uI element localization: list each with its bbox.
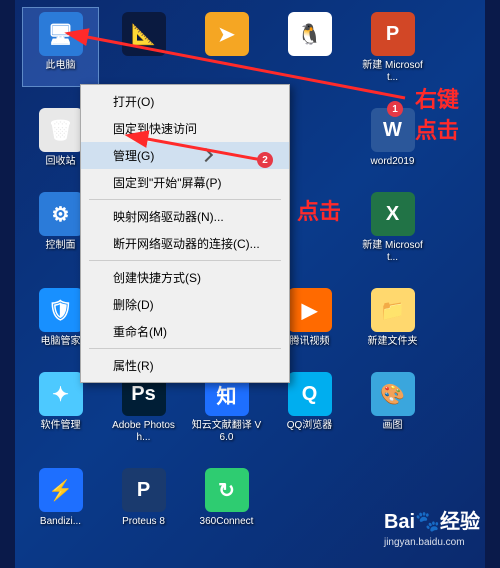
menu-item-shortcut[interactable]: 创建快捷方式(S) [81, 264, 289, 291]
folder-icon: 📁 [371, 288, 415, 332]
menu-separator [89, 199, 281, 200]
icon-label: 新建文件夹 [368, 336, 418, 348]
icon-label: Bandizi... [40, 516, 81, 528]
menu-item-disconnect[interactable]: 断开网络驱动器的连接(C)... [81, 230, 289, 257]
soft-mgr-icon: ✦ [39, 372, 83, 416]
proteus-icon: P [122, 468, 166, 512]
menu-separator [89, 348, 281, 349]
icon-label: 电脑管家 [41, 336, 81, 348]
menu-separator [89, 260, 281, 261]
icon-label: 腾讯视频 [290, 336, 330, 348]
desktop-icon-ppt[interactable]: P 新建 Microsoft... [355, 8, 430, 86]
menu-item-pin-quick[interactable]: 固定到快速访问 [81, 115, 289, 142]
context-menu: 打开(O)固定到快速访问管理(G)固定到"开始"屏幕(P)映射网络驱动器(N).… [80, 84, 290, 383]
guard-icon: 🛡 [39, 288, 83, 332]
annotation-click: 点击 [415, 113, 459, 145]
desktop-icon-blank7[interactable] [272, 464, 347, 530]
menu-item-rename[interactable]: 重命名(M) [81, 318, 289, 345]
desktop-icon-qq[interactable]: 🐧 [272, 8, 347, 86]
badge-2: 2 [257, 152, 273, 168]
icon-label: 此电脑 [46, 60, 76, 72]
desktop-icon-folder[interactable]: 📁 新建文件夹 [355, 284, 430, 350]
recycle-icon: 🗑 [39, 108, 83, 152]
icon-label: 回收站 [46, 156, 76, 168]
tencent-video-icon: ▶ [288, 288, 332, 332]
annotation-click-2: 点击 [297, 194, 341, 226]
icon-label: 控制面 [46, 240, 76, 252]
icon-label: 知云文献翻译 V6.0 [191, 420, 262, 444]
icon-label: 画图 [383, 420, 403, 432]
icon-label: word2019 [371, 156, 415, 168]
qq-icon: 🐧 [288, 12, 332, 56]
desktop-icon-excel[interactable]: X 新建 Microsoft... [355, 188, 430, 266]
desktop-icon-360connect[interactable]: ↻ 360Connect [189, 464, 264, 530]
desktop-icon-app3[interactable]: ➤ [189, 8, 264, 86]
icon-label: 360Connect [200, 516, 254, 528]
desktop-icon-bandizip[interactable]: ⚡ Bandizi... [23, 464, 98, 530]
app3-icon: ➤ [205, 12, 249, 56]
this-pc-icon: 🖥 [39, 12, 83, 56]
annotation-right-click: 右键 [415, 82, 459, 114]
icon-label: 新建 Microsoft... [357, 60, 428, 84]
pic-icon: 🎨 [371, 372, 415, 416]
watermark: Bai🐾经验 jingyan.baidu.com [384, 505, 480, 548]
badge-1: 1 [387, 101, 403, 117]
icon-label: Proteus 8 [122, 516, 165, 528]
icon-label: 软件管理 [41, 420, 81, 432]
desktop-icon-app2[interactable]: 📐 [106, 8, 181, 86]
icon-label: 新建 Microsoft... [357, 240, 428, 264]
ppt-icon: P [371, 12, 415, 56]
control-icon: ⚙ [39, 192, 83, 236]
menu-item-delete[interactable]: 删除(D) [81, 291, 289, 318]
icon-label: Adobe Photosh... [108, 420, 179, 444]
bandizip-icon: ⚡ [39, 468, 83, 512]
qq-browser-icon: Q [288, 372, 332, 416]
menu-item-props[interactable]: 属性(R) [81, 352, 289, 379]
desktop-icon-this-pc[interactable]: 🖥 此电脑 [23, 8, 98, 86]
excel-icon: X [371, 192, 415, 236]
menu-item-open[interactable]: 打开(O) [81, 88, 289, 115]
desktop-icon-pic[interactable]: 🎨 画图 [355, 368, 430, 446]
menu-item-pin-start[interactable]: 固定到"开始"屏幕(P) [81, 169, 289, 196]
desktop-icon-proteus[interactable]: P Proteus 8 [106, 464, 181, 530]
360connect-icon: ↻ [205, 468, 249, 512]
app2-icon: 📐 [122, 12, 166, 56]
icon-label: QQ浏览器 [287, 420, 333, 432]
menu-item-map-drive[interactable]: 映射网络驱动器(N)... [81, 203, 289, 230]
